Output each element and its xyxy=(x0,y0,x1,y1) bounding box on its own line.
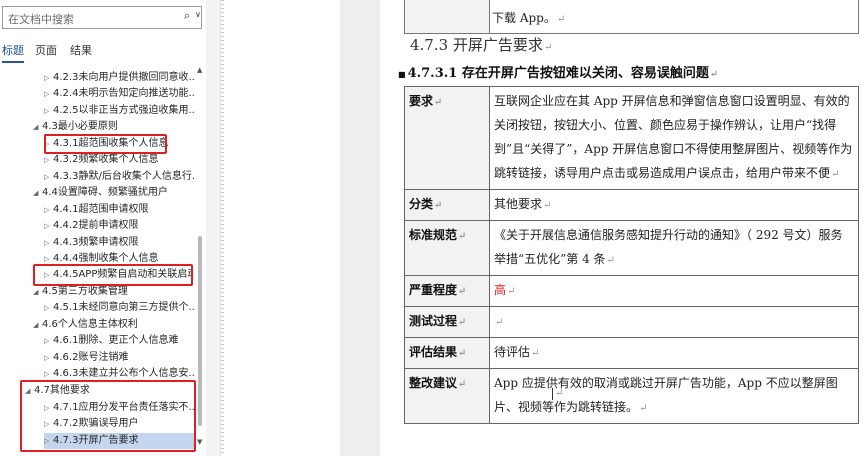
bullet-icon: ■ xyxy=(398,68,406,79)
expand-arrow-icon[interactable]: ▷ xyxy=(44,169,49,185)
paragraph-mark: ↵ xyxy=(555,388,564,399)
highlight-box xyxy=(44,134,167,154)
page-edge xyxy=(221,0,224,456)
table-row: 要求↵ 互联网企业应在其 App 开屏信息和弹窗信息窗口设置明显、有效的关闭按钮… xyxy=(404,86,859,190)
row-value: 高↵ xyxy=(489,275,859,307)
expand-arrow-icon[interactable]: ▷ xyxy=(44,152,49,168)
heading-level-3: 4.7.3 开屏广告要求↵ xyxy=(410,36,553,54)
tree-item[interactable]: ▷ 4.3.3静默/后台收集个人信息行... xyxy=(44,169,194,185)
collapse-arrow-icon[interactable]: ◢ xyxy=(33,317,38,333)
requirement-table: 要求↵ 互联网企业应在其 App 开屏信息和弹窗信息窗口设置明显、有效的关闭按钮… xyxy=(404,86,859,424)
tree-item[interactable]: ▷ 4.4.3频繁申请权限 xyxy=(44,235,194,251)
tree-item[interactable]: ▷ 4.6.1删除、更正个人信息难 xyxy=(44,333,194,349)
table-cell: 下载 App。↵ xyxy=(489,0,859,34)
expand-arrow-icon[interactable]: ▷ xyxy=(44,70,49,86)
scroll-up-icon[interactable]: ▲ xyxy=(197,66,202,74)
scroll-thumb[interactable] xyxy=(198,236,202,426)
page-margin-area xyxy=(340,0,380,456)
row-key: 标准规范↵ xyxy=(404,220,490,276)
expand-arrow-icon[interactable]: ▷ xyxy=(44,333,49,349)
heading-level-4: ■ 4.7.3.1 存在开屏广告按钮难以关闭、容易误触问题↵ xyxy=(398,66,719,81)
row-key: 测试过程↵ xyxy=(404,306,490,338)
chevron-down-icon[interactable]: ∨ xyxy=(195,10,201,19)
expand-arrow-icon[interactable]: ▷ xyxy=(44,86,49,102)
tree-item[interactable]: ▷ 4.5.1未经同意向第三方提供个... xyxy=(44,300,194,316)
nav-tabs: 标题 页面 结果 xyxy=(0,42,206,62)
page-thumbnail-area xyxy=(220,0,340,456)
collapse-arrow-icon[interactable]: ◢ xyxy=(33,284,38,300)
tab-results[interactable]: 结果 xyxy=(70,42,92,58)
row-value: App 应提供有效的取消或跳过开屏广告功能，App 不应以整屏图片、视频等作为跳… xyxy=(489,368,859,424)
search-input[interactable]: 在文档中搜索 ⌕ ∨ xyxy=(2,6,202,29)
highlight-box xyxy=(33,264,193,286)
row-key: 分类↵ xyxy=(404,189,490,221)
row-value: 待评估↵ xyxy=(489,337,859,369)
row-value: 《关于开展信息通信服务感知提升行动的通知》（ 292 号文）服务举措“五优化”第… xyxy=(489,220,859,276)
tab-pages[interactable]: 页面 xyxy=(35,42,57,58)
collapse-arrow-icon[interactable]: ◢ xyxy=(33,185,38,201)
pane-divider[interactable] xyxy=(206,0,220,456)
tree-item[interactable]: ▷ 4.2.4未明示告知定向推送功能... xyxy=(44,86,194,102)
row-value: 其他要求↵ xyxy=(489,189,859,221)
nav-scrollbar[interactable]: ▲ ▼ xyxy=(196,66,204,456)
expand-arrow-icon[interactable]: ▷ xyxy=(44,350,49,366)
collapse-arrow-icon[interactable]: ◢ xyxy=(33,119,38,135)
table-row: 严重程度↵ 高↵ xyxy=(404,275,859,307)
highlight-box xyxy=(20,380,196,452)
table-row: 评估结果↵ 待评估↵ xyxy=(404,337,859,369)
tree-item[interactable]: ▷ 4.6.2账号注销难 xyxy=(44,350,194,366)
search-placeholder: 在文档中搜索 xyxy=(8,13,74,26)
expand-arrow-icon[interactable]: ▷ xyxy=(44,103,49,119)
navigation-pane: 在文档中搜索 ⌕ ∨ 标题 页面 结果 ▷ 4.2.3未向用户提供撤回同意收...… xyxy=(0,0,206,456)
tree-item[interactable]: ▷ 4.3.2频繁收集个人信息 xyxy=(44,152,194,168)
heading-tree: ▷ 4.2.3未向用户提供撤回同意收... ▷ 4.2.4未明示告知定向推送功能..… xyxy=(0,66,196,456)
expand-arrow-icon[interactable]: ▷ xyxy=(44,202,49,218)
row-value: ↵ xyxy=(489,306,859,338)
tree-item[interactable]: ▷ 4.4.1超范围申请权限 xyxy=(44,202,194,218)
text-cursor xyxy=(552,388,553,400)
row-value: 互联网企业应在其 App 开屏信息和弹窗信息窗口设置明显、有效的关闭按钮，按钮大… xyxy=(489,86,859,190)
row-key: 评估结果↵ xyxy=(404,337,490,369)
row-key: 要求↵ xyxy=(404,86,490,190)
row-key: 整改建议↵ xyxy=(404,368,490,424)
table-row: 测试过程↵ ↵ xyxy=(404,306,859,338)
expand-arrow-icon[interactable]: ▷ xyxy=(44,218,49,234)
tree-item[interactable]: ▷ 4.2.5以非正当方式强迫收集用... xyxy=(44,103,194,119)
cell-text: 下载 App。↵ xyxy=(492,11,566,25)
search-icon[interactable]: ⌕ xyxy=(184,9,190,23)
active-tab-indicator xyxy=(2,61,24,63)
table-cell xyxy=(404,0,490,34)
table-row: 整改建议↵ App 应提供有效的取消或跳过开屏广告功能，App 不应以整屏图片、… xyxy=(404,368,859,424)
expand-arrow-icon[interactable]: ▷ xyxy=(44,235,49,251)
table-row: 分类↵ 其他要求↵ xyxy=(404,189,859,221)
tree-item[interactable]: ▷ 4.4.2提前申请权限 xyxy=(44,218,194,234)
row-key: 严重程度↵ xyxy=(404,275,490,307)
table-row: 标准规范↵ 《关于开展信息通信服务感知提升行动的通知》（ 292 号文）服务举措… xyxy=(404,220,859,276)
expand-arrow-icon[interactable]: ▷ xyxy=(44,300,49,316)
scroll-down-icon[interactable]: ▼ xyxy=(197,438,202,446)
tab-headings[interactable]: 标题 xyxy=(2,42,24,58)
tree-item[interactable]: ▷ 4.2.3未向用户提供撤回同意收... xyxy=(44,70,194,86)
document-page[interactable]: 下载 App。↵ 4.7.3 开屏广告要求↵ ■ 4.7.3.1 存在开屏广告按钮… xyxy=(380,0,865,456)
